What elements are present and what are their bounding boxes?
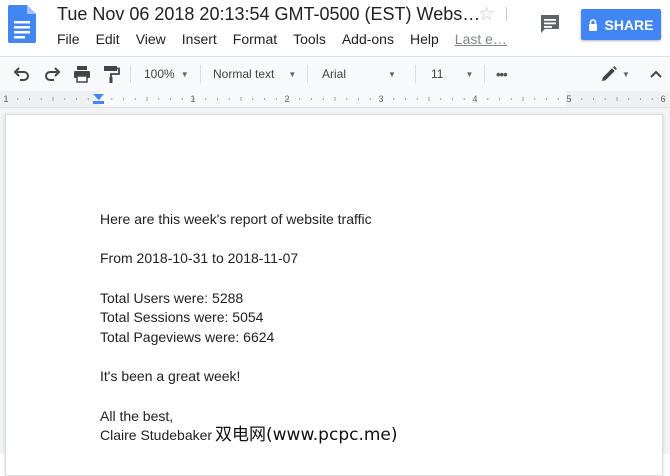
- redo-button[interactable]: [42, 57, 62, 91]
- doc-line[interactable]: Total Sessions were: 5054: [100, 309, 263, 325]
- menu-file[interactable]: File: [57, 31, 80, 47]
- editing-mode-button[interactable]: ▼: [599, 57, 630, 91]
- ruler-number: 4: [472, 94, 477, 104]
- doc-line[interactable]: Total Users were: 5288: [100, 290, 243, 306]
- doc-line[interactable]: All the best,: [100, 408, 173, 424]
- document-canvas: [0, 108, 670, 476]
- print-icon: [74, 66, 90, 83]
- more-button[interactable]: •••: [496, 57, 508, 91]
- document-title[interactable]: Tue Nov 06 2018 20:13:54 GMT-0500 (EST) …: [57, 4, 480, 25]
- menu-insert[interactable]: Insert: [182, 31, 217, 47]
- ruler: 1 1 2 3 4 5 6: [0, 91, 670, 108]
- font-size-select[interactable]: 11 ▼: [431, 57, 473, 91]
- font-value: Arial: [322, 67, 347, 81]
- menu-bar: File Edit View Insert Format Tools Add-o…: [57, 31, 507, 47]
- toolbar-divider: [484, 65, 485, 83]
- font-size-value: 11: [431, 67, 444, 81]
- menu-edit[interactable]: Edit: [96, 31, 120, 47]
- paragraph-style-select[interactable]: Normal text ▼: [213, 57, 296, 91]
- title-divider: [506, 7, 507, 21]
- undo-icon: [13, 67, 29, 81]
- zoom-value: 100%: [144, 67, 175, 81]
- toolbar: 100% ▼ Normal text ▼ Arial ▼ 11 ▼ ••• ▼: [0, 56, 670, 92]
- size-caret-icon: ▼: [465, 69, 474, 79]
- ruler-number: 5: [566, 94, 571, 104]
- comment-icon[interactable]: [539, 13, 561, 35]
- star-icon[interactable]: ☆: [478, 3, 495, 26]
- font-caret-icon: ▼: [388, 69, 396, 79]
- ruler-number: 2: [284, 94, 289, 104]
- toolbar-divider: [415, 65, 416, 83]
- editing-caret-icon: ▼: [622, 69, 630, 79]
- ruler-scale: 1 1 2 3 4 5 6: [0, 91, 670, 107]
- paint-format-icon: [104, 66, 120, 83]
- doc-line[interactable]: It's been a great week!: [100, 368, 240, 384]
- doc-line[interactable]: Claire Studebaker: [100, 427, 212, 443]
- menu-help[interactable]: Help: [410, 31, 439, 47]
- last-edit-link[interactable]: Last e…: [455, 31, 507, 47]
- ruler-number: 1: [190, 94, 195, 104]
- watermark: 双电网(www.pcpc.me): [215, 425, 398, 445]
- doc-line[interactable]: Here are this week's report of website t…: [100, 211, 372, 227]
- menu-add-ons[interactable]: Add-ons: [342, 31, 394, 47]
- zoom-select[interactable]: 100% ▼: [144, 57, 189, 91]
- toolbar-divider: [200, 65, 201, 83]
- toolbar-divider: [307, 65, 308, 83]
- indent-marker-icon[interactable]: [93, 101, 104, 104]
- paint-format-button[interactable]: [102, 57, 120, 91]
- menu-format[interactable]: Format: [233, 31, 277, 47]
- ruler-number: 3: [378, 94, 383, 104]
- redo-icon: [45, 67, 61, 81]
- style-caret-icon: ▼: [288, 69, 297, 79]
- collapse-menus-button[interactable]: [648, 57, 664, 91]
- docs-logo-icon[interactable]: [8, 5, 36, 43]
- share-button[interactable]: SHARE: [581, 9, 661, 40]
- toolbar-divider: [130, 65, 131, 83]
- paragraph-style-value: Normal text: [213, 67, 275, 81]
- more-icon: •••: [496, 66, 508, 82]
- collapse-chevron-icon: [650, 70, 662, 78]
- lock-icon: [589, 18, 598, 31]
- share-label: SHARE: [604, 16, 654, 33]
- ruler-number: 1: [3, 94, 8, 104]
- title-bar: Tue Nov 06 2018 20:13:54 GMT-0500 (EST) …: [0, 0, 670, 54]
- menu-tools[interactable]: Tools: [293, 31, 326, 47]
- menu-view[interactable]: View: [136, 31, 166, 47]
- pencil-icon: [602, 66, 617, 81]
- doc-line[interactable]: From 2018-10-31 to 2018-11-07: [100, 250, 298, 266]
- undo-button[interactable]: [12, 57, 32, 91]
- font-select[interactable]: Arial ▼: [322, 57, 396, 91]
- ruler-number: 6: [660, 94, 665, 104]
- doc-line[interactable]: Total Pageviews were: 6624: [100, 329, 274, 345]
- print-button[interactable]: [72, 57, 92, 91]
- zoom-caret-icon: ▼: [180, 69, 189, 79]
